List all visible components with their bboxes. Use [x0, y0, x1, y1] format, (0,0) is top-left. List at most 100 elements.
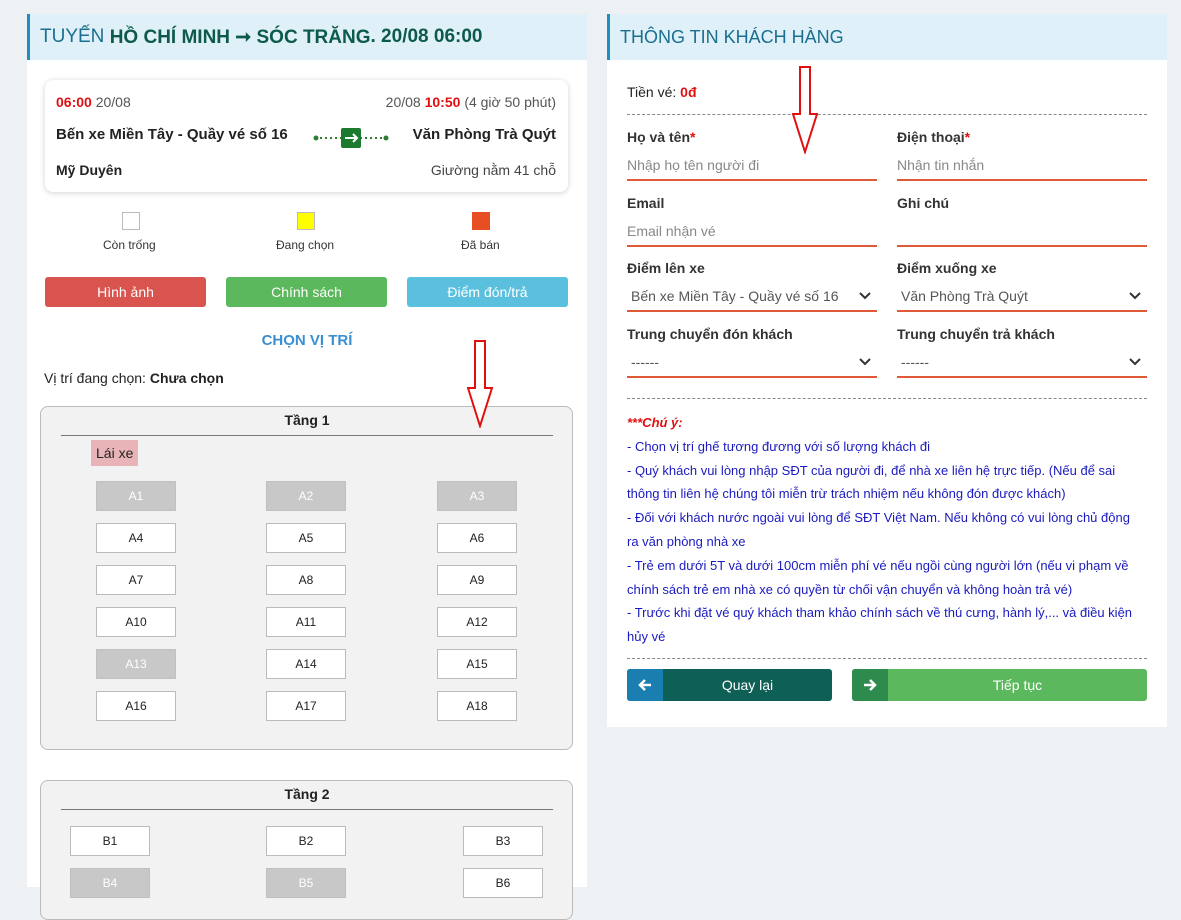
trip-card: 06:00 20/08 20/08 10:50 (4 giờ 50 phút) … — [45, 80, 568, 192]
chevron-down-icon — [859, 292, 871, 300]
email-input[interactable]: Email nhận vé — [627, 217, 877, 247]
route-connector-icon — [313, 128, 389, 148]
divider — [627, 658, 1147, 659]
red-down-arrow-icon — [792, 66, 818, 154]
pickup-select[interactable]: Bến xe Miền Tây - Quầy vé số 16 — [627, 282, 877, 312]
seat-a15[interactable]: A15 — [437, 649, 517, 679]
pickup-label: Điểm lên xe — [627, 260, 705, 276]
seat-b5: B5 — [266, 868, 346, 898]
policy-button[interactable]: Chính sách — [226, 277, 387, 307]
notice-line: - Chọn vị trí ghế tương đương với số lượ… — [627, 439, 931, 454]
arrive-date: 20/08 — [385, 94, 421, 110]
phone-input[interactable]: Nhận tin nhắn — [897, 151, 1147, 181]
note-label: Ghi chú — [897, 195, 950, 211]
seat-b3[interactable]: B3 — [463, 826, 543, 856]
transfer-pickup-value: ------ — [631, 354, 659, 370]
choose-seat-heading: CHỌN VỊ TRÍ — [261, 332, 353, 349]
route-title-prefix: TUYẾN — [40, 26, 105, 47]
pickup-select-value: Bến xe Miền Tây - Quầy vé số 16 — [631, 288, 839, 304]
seat-a13: A13 — [96, 649, 176, 679]
legend-selecting-label: Đang chọn — [276, 238, 335, 252]
transfer-drop-label: Trung chuyển trả khách — [897, 326, 1055, 342]
floor-1: Tầng 1 Lái xe A1 A2 A3 A4 A5 A6 A7 A8 A9 A10 A11 A1… — [40, 406, 573, 750]
chevron-down-icon — [1129, 358, 1141, 366]
trip-from: Bến xe Miền Tây - Quầy vé số 16 — [56, 126, 288, 143]
divider — [627, 398, 1147, 399]
floor-2-title: Tầng 2 — [61, 783, 553, 810]
route-title-cities: HỒ CHÍ MINH ➞ SÓC TRĂNG — [109, 26, 371, 48]
seat-a16[interactable]: A16 — [96, 691, 176, 721]
legend-selecting-swatch — [297, 212, 315, 230]
depart-date: 20/08 — [95, 94, 131, 110]
transfer-drop-select[interactable]: ------ — [897, 348, 1147, 378]
arrive-info: 20/08 10:50 (4 giờ 50 phút) — [386, 94, 556, 110]
name-input[interactable]: Nhập họ tên người đi — [627, 151, 877, 181]
dropoff-select[interactable]: Văn Phòng Trà Quýt — [897, 282, 1147, 312]
seat-a7[interactable]: A7 — [96, 565, 176, 595]
seat-a10[interactable]: A10 — [96, 607, 176, 637]
notice-line: - Đối với khách nước ngoài vui lòng để S… — [627, 510, 1130, 525]
arrive-time: 10:50 — [424, 94, 461, 110]
transfer-drop-value: ------ — [901, 354, 929, 370]
driver-seat: Lái xe — [91, 440, 139, 466]
operator-name: Mỹ Duyên — [56, 162, 123, 178]
route-header: TUYẾN HỒ CHÍ MINH ➞ SÓC TRĂNG. 20/08 06:… — [27, 14, 587, 60]
phone-label: Điện thoại* — [897, 129, 971, 145]
seat-a1: A1 — [96, 481, 176, 511]
seat-a8[interactable]: A8 — [266, 565, 346, 595]
dropoff-label: Điểm xuống xe — [897, 260, 997, 276]
note-input[interactable] — [897, 217, 1147, 247]
divider — [627, 114, 1147, 115]
legend-empty-label: Còn trống — [103, 238, 156, 252]
floor-2: Tầng 2 B1 B2 B3 B4 B5 B6 — [40, 780, 573, 920]
notice-line: - Trẻ em dưới 5T và dưới 100cm miễn phí … — [627, 558, 1129, 573]
notice-line: ra văn phòng nhà xe — [627, 534, 746, 549]
fare-label: Tiền vé: — [627, 84, 677, 100]
pickup-points-button[interactable]: Điểm đón/trả — [407, 277, 568, 307]
transfer-pickup-select[interactable]: ------ — [627, 348, 877, 378]
vehicle-type: Giường nằm 41 chỗ — [430, 162, 556, 178]
chevron-down-icon — [859, 358, 871, 366]
seat-b1[interactable]: B1 — [70, 826, 150, 856]
seat-a9[interactable]: A9 — [437, 565, 517, 595]
notice-line: hủy vé — [627, 629, 666, 644]
trip-duration: (4 giờ 50 phút) — [464, 94, 556, 110]
seat-b6[interactable]: B6 — [463, 868, 543, 898]
seat-a5[interactable]: A5 — [266, 523, 346, 553]
arrow-left-icon — [627, 669, 663, 701]
notice-line: chính sách trẻ em nhà xe có quyền từ chố… — [627, 582, 1073, 597]
continue-button-label: Tiếp tục — [992, 677, 1043, 693]
notice-line: - Quý khách vui lòng nhập SĐT của người … — [627, 463, 1116, 478]
seat-b2[interactable]: B2 — [266, 826, 346, 856]
legend-empty-swatch — [122, 212, 140, 230]
images-button[interactable]: Hình ảnh — [45, 277, 206, 307]
route-title-time: . 20/08 06:00 — [370, 26, 483, 47]
seat-a12[interactable]: A12 — [437, 607, 517, 637]
seat-a18[interactable]: A18 — [437, 691, 517, 721]
seat-a14[interactable]: A14 — [266, 649, 346, 679]
depart-info: 06:00 20/08 — [56, 94, 131, 110]
continue-button[interactable]: Tiếp tục — [852, 669, 1147, 701]
arrow-right-icon — [852, 669, 888, 701]
back-button[interactable]: Quay lại — [627, 669, 832, 701]
route-panel: TUYẾN HỒ CHÍ MINH ➞ SÓC TRĂNG. 20/08 06:… — [27, 14, 587, 920]
fare-value: 0đ — [680, 84, 697, 100]
seat-a4[interactable]: A4 — [96, 523, 176, 553]
red-down-arrow-icon — [467, 340, 493, 428]
customer-panel: THÔNG TIN KHÁCH HÀNG Tiền vé: 0đ Họ và t… — [607, 14, 1167, 727]
dropoff-select-value: Văn Phòng Trà Quýt — [901, 288, 1028, 304]
notice-line: thông tin liên hệ chúng tôi miễn trừ trá… — [627, 486, 1066, 501]
legend-sold-label: Đã bán — [461, 238, 500, 252]
back-button-label: Quay lại — [721, 677, 774, 693]
chevron-down-icon — [1129, 292, 1141, 300]
legend-sold-swatch — [472, 212, 490, 230]
selected-seat-label: Vị trí đang chọn: — [44, 370, 146, 386]
seat-a2: A2 — [266, 481, 346, 511]
notice-line: - Trước khi đặt vé quý khách tham khảo c… — [627, 605, 1133, 620]
seat-a3: A3 — [437, 481, 517, 511]
seat-a17[interactable]: A17 — [266, 691, 346, 721]
seat-a6[interactable]: A6 — [437, 523, 517, 553]
seat-a11[interactable]: A11 — [266, 607, 346, 637]
depart-time: 06:00 — [56, 94, 92, 110]
notice-title: ***Chú ý: — [627, 415, 683, 430]
